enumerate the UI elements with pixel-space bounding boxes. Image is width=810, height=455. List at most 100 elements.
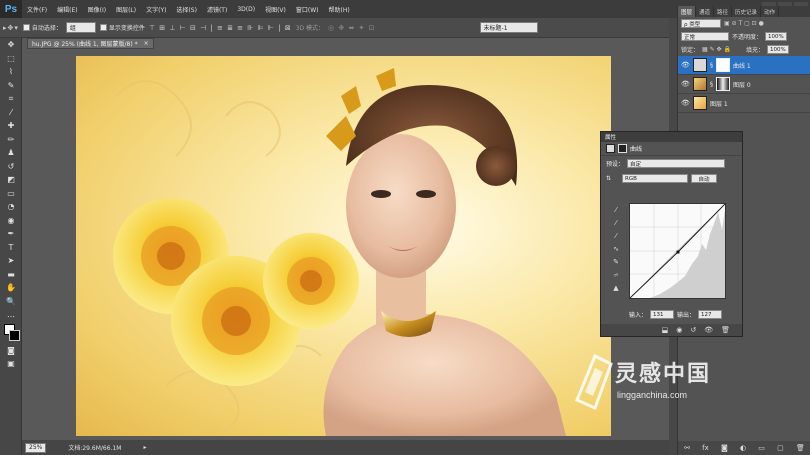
channel-dropdown[interactable]: RGB [622, 174, 689, 183]
mask-icon[interactable] [618, 144, 627, 153]
blur-tool-icon[interactable]: ◔ [0, 200, 22, 214]
delete-layer-icon[interactable]: 🗑 [796, 444, 805, 452]
tab-layers[interactable]: 图层 [678, 6, 697, 17]
shape-tool-icon[interactable]: ▬ [0, 268, 22, 282]
white-point-eyedropper-icon[interactable]: ⁄ [609, 229, 623, 242]
visibility-eye-icon[interactable]: 👁 [681, 61, 690, 69]
screen-mode-icon[interactable]: ▣ [0, 357, 22, 371]
layer-row-layer0[interactable]: 👁 § 图层 0 [678, 75, 810, 94]
healing-tool-icon[interactable]: ✚ [0, 119, 22, 133]
adjustment-layer-icon[interactable]: ◐ [740, 444, 746, 452]
align-icons[interactable]: ⊤ ⊞ ⊥ ⊢ ⊟ ⊣ | ≡ ≣ ≡ ⊪ ⊫ ⊩ | ⊠ [149, 24, 292, 32]
visibility-eye-icon[interactable]: 👁 [681, 80, 690, 88]
layer-filter-dropdown[interactable]: ρ 类型 [681, 19, 721, 28]
color-swatches[interactable] [0, 322, 21, 344]
menu-select[interactable]: 选择(S) [171, 5, 202, 14]
black-point-eyedropper-icon[interactable]: ⁄ [609, 203, 623, 216]
fill-field[interactable]: 100% [766, 45, 789, 54]
fx-icon[interactable]: fx [702, 444, 709, 452]
close-tab-icon[interactable]: × [144, 40, 149, 47]
brush-tool-icon[interactable]: ✏ [0, 133, 22, 147]
toggle-visibility-icon[interactable]: 👁 [704, 326, 713, 334]
curves-graph[interactable] [629, 203, 726, 299]
path-select-tool-icon[interactable]: ➤ [0, 254, 22, 268]
layer-mask-thumb[interactable] [716, 77, 730, 91]
auto-select-dropdown[interactable]: 组 [65, 22, 96, 33]
tab-history[interactable]: 历史记录 [732, 6, 762, 17]
eraser-tool-icon[interactable]: ◩ [0, 173, 22, 187]
layer-row-curves[interactable]: 👁 § 曲线 1 [678, 56, 810, 75]
tab-paths[interactable]: 路径 [714, 6, 733, 17]
visibility-eye-icon[interactable]: 👁 [681, 99, 690, 107]
chain-link-icon[interactable]: § [710, 81, 713, 88]
pen-tool-icon[interactable]: ✒ [0, 227, 22, 241]
move-tool-icon[interactable]: ▸✥▾ [3, 24, 19, 32]
workspace-dropdown[interactable]: 未标题-1 [479, 22, 538, 33]
view-previous-icon[interactable]: ◉ [676, 326, 682, 334]
marquee-tool-icon[interactable]: ⬚ [0, 52, 22, 66]
clip-to-layer-icon[interactable]: ⬓ [662, 326, 669, 334]
menu-help[interactable]: 帮助(H) [324, 5, 355, 14]
add-mask-icon[interactable]: ◙ [721, 444, 728, 452]
preset-dropdown[interactable]: 自定 [627, 159, 726, 168]
smooth-curve-icon[interactable]: ⩫ [609, 268, 623, 281]
status-arrow-icon[interactable]: ▸ [143, 444, 146, 451]
delete-adjustment-icon[interactable]: 🗑 [721, 326, 730, 334]
tab-actions[interactable]: 动作 [761, 6, 780, 17]
auto-button[interactable]: 自动 [691, 174, 718, 183]
menu-layer[interactable]: 图层(L) [111, 5, 141, 14]
type-tool-icon[interactable]: T [0, 241, 22, 255]
gray-point-eyedropper-icon[interactable]: ⁄ [609, 216, 623, 229]
blend-mode-dropdown[interactable]: 正常 [681, 32, 729, 41]
lasso-tool-icon[interactable]: ⌇ [0, 65, 22, 79]
document-size-info[interactable]: 文档:29.6M/66.1M [68, 443, 121, 452]
gradient-tool-icon[interactable]: ▭ [0, 187, 22, 201]
crop-tool-icon[interactable]: ⌗ [0, 92, 22, 106]
menu-3d[interactable]: 3D(D) [232, 6, 260, 13]
stamp-tool-icon[interactable]: ♟ [0, 146, 22, 160]
auto-select-option[interactable]: 自动选择： [22, 23, 62, 32]
document-tab[interactable]: hu.JPG @ 25% (曲线 1, 图层蒙版/8) * × [27, 38, 154, 49]
auto-select-checkbox[interactable] [22, 24, 30, 31]
tab-channels[interactable]: 通道 [696, 6, 715, 17]
history-brush-tool-icon[interactable]: ↺ [0, 160, 22, 174]
menu-window[interactable]: 窗口(W) [291, 5, 324, 14]
quick-mask-icon[interactable]: ◙ [0, 344, 22, 358]
link-layers-icon[interactable]: ⚯ [684, 444, 690, 452]
eyedropper-tool-icon[interactable]: ⁄ [0, 106, 22, 120]
new-layer-icon[interactable]: ▢ [777, 444, 784, 452]
layer-mask-thumb[interactable] [716, 58, 730, 72]
output-field[interactable]: 127 [698, 310, 723, 319]
background-color-swatch[interactable] [9, 329, 20, 341]
dodge-tool-icon[interactable]: ◉ [0, 214, 22, 228]
hand-tool-icon[interactable]: ✋ [0, 281, 22, 295]
curve-point-tool-icon[interactable]: ∿ [609, 242, 623, 255]
menu-file[interactable]: 文件(F) [22, 5, 52, 14]
target-adjust-icon[interactable]: ⇅ [606, 175, 611, 182]
move-tool-icon[interactable]: ✥ [0, 38, 22, 52]
image-canvas[interactable] [76, 56, 611, 436]
chain-link-icon[interactable]: § [710, 62, 713, 69]
show-transform-checkbox[interactable] [99, 24, 107, 31]
zoom-tool-icon[interactable]: 🔍 [0, 295, 22, 309]
menu-filter[interactable]: 滤镜(T) [202, 5, 232, 14]
clipping-warning-icon[interactable]: ▲ [609, 281, 623, 294]
properties-title[interactable]: 属性 [601, 132, 742, 142]
group-icon[interactable]: ▭ [758, 444, 765, 452]
input-field[interactable]: 131 [650, 310, 675, 319]
reset-icon[interactable]: ↺ [690, 326, 696, 334]
curves-icon[interactable] [606, 144, 615, 153]
quick-select-tool-icon[interactable]: ✎ [0, 79, 22, 93]
menu-view[interactable]: 视图(V) [260, 5, 291, 14]
menu-edit[interactable]: 编辑(E) [52, 5, 82, 14]
menu-image[interactable]: 图像(I) [83, 5, 111, 14]
layer-row-layer1[interactable]: 👁 图层 1 [678, 94, 810, 113]
pencil-curve-tool-icon[interactable]: ✎ [609, 255, 623, 268]
opacity-field[interactable]: 100% [765, 32, 787, 41]
show-transform-option[interactable]: 显示变换控件 [99, 23, 145, 32]
more-tools-icon[interactable]: … [0, 308, 22, 322]
zoom-field[interactable]: 25% [25, 442, 47, 453]
menu-type[interactable]: 文字(Y) [141, 5, 171, 14]
filter-icons[interactable]: ▣ ⊘ T ▢ ⊡ ● [724, 20, 764, 27]
lock-icons[interactable]: ▦ ✎ ✥ 🔒 [702, 46, 731, 53]
